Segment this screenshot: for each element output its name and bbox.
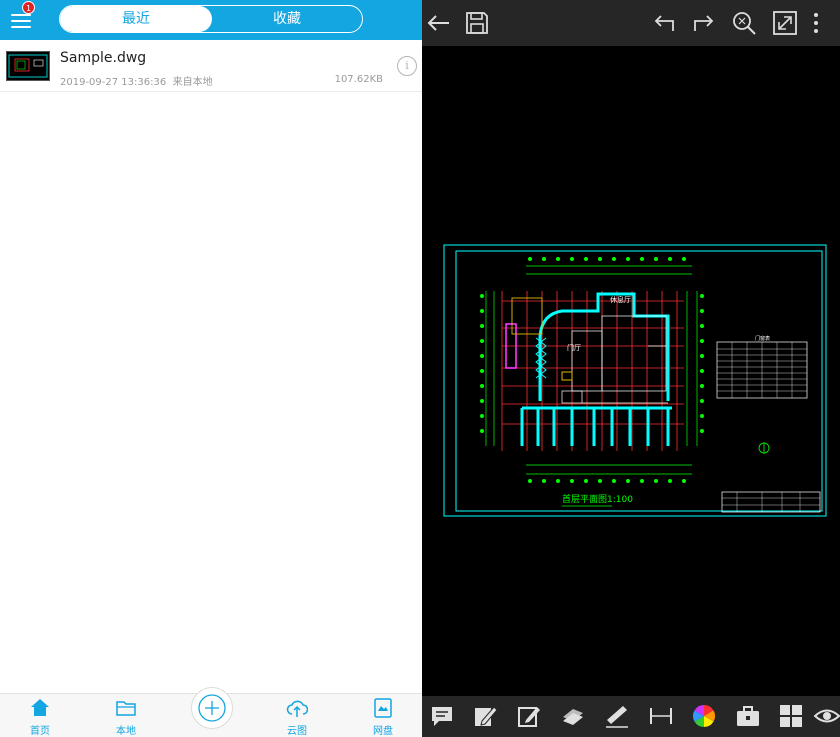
more-icon[interactable] bbox=[802, 9, 830, 37]
nav-local-label: 本地 bbox=[116, 726, 136, 737]
edit-icon[interactable] bbox=[516, 703, 542, 729]
viewer-bottom-toolbar bbox=[422, 696, 840, 737]
redo-icon[interactable] bbox=[690, 9, 718, 37]
cad-viewer-pane: 休息厅 门厅 门窗表 首层平面图1:100 bbox=[422, 0, 840, 737]
file-meta: 2019-09-27 13:36:36 来自本地 bbox=[60, 73, 213, 88]
file-source: 来自本地 bbox=[172, 77, 213, 88]
file-size: 107.62KB bbox=[334, 74, 383, 85]
save-icon[interactable] bbox=[463, 9, 491, 37]
file-date: 2019-09-27 13:36:36 bbox=[60, 77, 167, 88]
viewer-toolbar bbox=[422, 0, 840, 46]
blocks-icon[interactable] bbox=[778, 703, 804, 729]
zoom-extents-icon[interactable] bbox=[730, 9, 758, 37]
layers-icon[interactable] bbox=[560, 703, 586, 729]
notification-badge: 1 bbox=[22, 1, 35, 14]
folder-icon bbox=[116, 701, 136, 716]
file-name: Sample.dwg bbox=[60, 50, 147, 66]
nav-disk[interactable]: 网盘 bbox=[353, 694, 413, 737]
top-bar: 1 最近 收藏 bbox=[0, 0, 422, 40]
measure-icon[interactable] bbox=[604, 703, 630, 729]
menu-icon bbox=[11, 14, 31, 16]
file-list-item[interactable]: Sample.dwg 2019-09-27 13:36:36 来自本地 107.… bbox=[0, 44, 422, 92]
nav-home[interactable]: 首页 bbox=[10, 694, 70, 737]
nav-cloud-label: 云图 bbox=[287, 726, 307, 737]
drawing-title: 首层平面图1:100 bbox=[562, 493, 633, 505]
plus-icon bbox=[198, 694, 226, 722]
drive-icon bbox=[374, 698, 392, 718]
tab-switcher: 最近 收藏 bbox=[59, 5, 363, 33]
cloud-upload-icon bbox=[286, 700, 308, 717]
home-icon bbox=[31, 699, 49, 716]
back-arrow-icon[interactable] bbox=[425, 9, 453, 37]
fullscreen-icon[interactable] bbox=[771, 9, 799, 37]
nav-home-label: 首页 bbox=[30, 726, 50, 737]
app-root: 1 最近 收藏 Sample.dwg 2019-09-27 13:36:36 来… bbox=[0, 0, 840, 737]
cad-drawing: 休息厅 门厅 门窗表 首层平面图1:100 bbox=[443, 244, 827, 517]
info-icon[interactable]: i bbox=[397, 56, 417, 76]
room-label-lobby: 门厅 bbox=[567, 343, 581, 352]
tab-recent[interactable]: 最近 bbox=[60, 6, 212, 32]
comment-icon[interactable] bbox=[429, 703, 455, 729]
toolbox-icon[interactable] bbox=[735, 703, 761, 729]
add-button[interactable] bbox=[191, 687, 233, 729]
drawing-canvas[interactable]: 休息厅 门厅 门窗表 首层平面图1:100 bbox=[422, 46, 840, 696]
table-title: 门窗表 bbox=[755, 335, 770, 342]
pen-icon[interactable] bbox=[472, 703, 498, 729]
nav-local[interactable]: 本地 bbox=[96, 694, 156, 737]
menu-icon-line bbox=[11, 20, 31, 22]
color-wheel-icon[interactable] bbox=[691, 703, 717, 729]
menu-icon-line bbox=[11, 26, 31, 28]
file-browser-pane: 1 最近 收藏 Sample.dwg 2019-09-27 13:36:36 来… bbox=[0, 0, 422, 737]
eye-icon[interactable] bbox=[814, 703, 840, 729]
dimension-icon[interactable] bbox=[648, 703, 674, 729]
tab-favorites[interactable]: 收藏 bbox=[211, 6, 362, 32]
file-thumbnail bbox=[6, 51, 50, 81]
nav-disk-label: 网盘 bbox=[373, 726, 393, 737]
room-label-rest: 休息厅 bbox=[610, 295, 631, 304]
undo-icon[interactable] bbox=[650, 9, 678, 37]
nav-cloud[interactable]: 云图 bbox=[267, 694, 327, 737]
